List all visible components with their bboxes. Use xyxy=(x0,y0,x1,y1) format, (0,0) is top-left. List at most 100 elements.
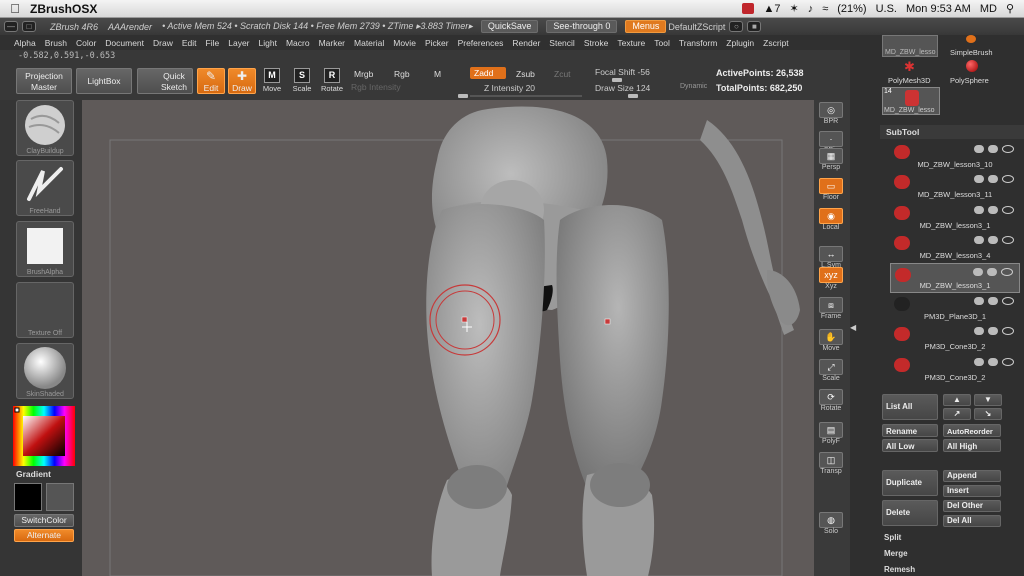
menu-texture[interactable]: Texture xyxy=(617,38,645,48)
quicksave-button[interactable]: QuickSave xyxy=(480,20,539,33)
visibility-eye-icon[interactable] xyxy=(1002,357,1014,366)
frame-button[interactable]: ⧈ Frame xyxy=(817,297,845,321)
main-color-swatch[interactable] xyxy=(14,483,42,511)
menu-layer[interactable]: Layer xyxy=(228,38,249,48)
gradient-label[interactable]: Gradient xyxy=(16,469,51,479)
zadd-toggle[interactable]: Zadd xyxy=(470,67,506,79)
subtool-toggle[interactable] xyxy=(974,175,984,184)
xyz-button[interactable]: xyz Xyz xyxy=(817,267,845,291)
delete-button[interactable]: Delete xyxy=(882,500,938,526)
draw-mode-button[interactable]: ✚ Draw xyxy=(228,68,256,94)
alpha-thumbnail[interactable]: BrushAlpha xyxy=(16,221,74,277)
subtool-row[interactable]: MD_ZBW_lesson3_11 xyxy=(890,171,1020,201)
menu-file[interactable]: File xyxy=(206,38,220,48)
stroke-thumbnail[interactable]: FreeHand xyxy=(16,160,74,216)
visibility-eye-icon[interactable] xyxy=(1002,175,1014,184)
input-source[interactable]: U.S. xyxy=(876,3,897,15)
see-through-slider[interactable]: See-through 0 xyxy=(546,20,618,33)
all-high-button[interactable]: All High xyxy=(943,439,1001,452)
subtool-toggle[interactable] xyxy=(974,357,984,366)
rename-button[interactable]: Rename xyxy=(882,424,938,437)
bpr-button[interactable]: ◎ BPR xyxy=(817,102,845,126)
menu-macro[interactable]: Macro xyxy=(286,38,310,48)
rotate-button[interactable]: ⟳ Rotate xyxy=(817,389,845,413)
menu-zscript[interactable]: Zscript xyxy=(763,38,789,48)
subtool-toggle[interactable] xyxy=(974,236,984,245)
visibility-eye-icon[interactable] xyxy=(1001,267,1013,276)
del-all-button[interactable]: Del All xyxy=(943,515,1001,527)
visibility-eye-icon[interactable] xyxy=(1002,145,1014,153)
projection-master-button[interactable]: Projection Master xyxy=(16,68,72,94)
focal-shift-knob[interactable] xyxy=(612,78,622,82)
menu-stencil[interactable]: Stencil xyxy=(549,38,575,48)
lightbox-button[interactable]: LightBox xyxy=(76,68,132,94)
rgb-intensity-slider[interactable]: Rgb Intensity xyxy=(351,82,401,92)
tool-thumb-3[interactable]: ✱ PolyMesh3D xyxy=(882,59,938,85)
subtool-toggle[interactable] xyxy=(974,297,984,305)
menu-material[interactable]: Material xyxy=(354,38,384,48)
quick-sketch-button[interactable]: Quick Sketch xyxy=(137,68,193,94)
move-top-button[interactable]: ↗ xyxy=(943,408,971,420)
visibility-eye-icon[interactable] xyxy=(1002,297,1014,305)
rgb-toggle[interactable]: Rgb xyxy=(390,68,414,80)
subtool-toggle[interactable] xyxy=(974,327,984,336)
subtool-toggle[interactable] xyxy=(988,205,998,214)
append-button[interactable]: Append xyxy=(943,470,1001,482)
wifi-icon[interactable]: ≈ xyxy=(822,3,828,15)
z-intensity-slider[interactable]: Z Intensity 20 xyxy=(484,83,535,93)
document-canvas[interactable] xyxy=(82,100,814,576)
rotate-mode-button[interactable]: R Rotate xyxy=(318,68,346,98)
subtool-toggle[interactable] xyxy=(974,145,984,153)
subtool-row[interactable]: MD_ZBW_lesson3_10 xyxy=(890,141,1020,171)
volume-icon[interactable]: ♪ xyxy=(808,3,814,15)
draw-size-slider[interactable]: Draw Size 124 xyxy=(595,83,650,93)
move-down-button[interactable]: ▼ xyxy=(974,394,1002,406)
focal-shift-slider[interactable]: Focal Shift -56 xyxy=(595,67,650,77)
texture-thumbnail[interactable]: Texture Off xyxy=(16,282,74,338)
clock[interactable]: Mon 9:53 AM xyxy=(906,3,971,15)
z-intensity-knob[interactable] xyxy=(458,94,468,98)
duplicate-button[interactable]: Duplicate xyxy=(882,470,938,496)
tray-collapse-icon[interactable]: ◀ xyxy=(850,323,856,332)
menu-edit[interactable]: Edit xyxy=(182,38,197,48)
subtool-header[interactable]: SubTool xyxy=(880,125,1024,139)
all-low-button[interactable]: All Low xyxy=(882,439,938,452)
mrgb-toggle[interactable]: Mrgb xyxy=(350,68,377,80)
color-picker[interactable] xyxy=(13,406,75,466)
record-icon[interactable] xyxy=(742,3,755,14)
layout-toggle-icon[interactable]: ■ xyxy=(747,21,762,32)
menu-alpha[interactable]: Alpha xyxy=(14,38,36,48)
menu-brush[interactable]: Brush xyxy=(45,38,67,48)
close-window-button[interactable]: — xyxy=(4,21,18,32)
menu-document[interactable]: Document xyxy=(105,38,144,48)
tray-divider[interactable]: ◀ xyxy=(850,123,858,576)
persp-button[interactable]: ▦ Persp xyxy=(817,148,845,172)
subtool-row[interactable]: PM3D_Plane3D_1 xyxy=(890,293,1020,323)
visibility-eye-icon[interactable] xyxy=(1002,205,1014,214)
notify-icon[interactable]: ▲7 xyxy=(763,3,780,15)
spotlight-search-icon[interactable]: ⚲ xyxy=(1006,2,1014,15)
menus-toggle[interactable]: Menus xyxy=(625,20,667,33)
menu-picker[interactable]: Picker xyxy=(425,38,449,48)
subtool-row[interactable]: MD_ZBW_lesson3_1 xyxy=(890,202,1020,232)
battery-indicator[interactable]: (21%) xyxy=(837,3,866,15)
subtool-toggle[interactable] xyxy=(988,236,998,245)
subtool-row[interactable]: MD_ZBW_lesson3_1 xyxy=(890,262,1020,293)
split-section[interactable]: Split xyxy=(884,533,901,542)
zsub-toggle[interactable]: Zsub xyxy=(512,68,539,80)
local-button[interactable]: ◉ Local xyxy=(817,208,845,232)
menu-stroke[interactable]: Stroke xyxy=(584,38,609,48)
subtool-toggle[interactable] xyxy=(987,267,997,276)
subtool-row[interactable]: PM3D_Cone3D_2 xyxy=(890,323,1020,353)
subtool-toggle[interactable] xyxy=(988,327,998,336)
menu-tool[interactable]: Tool xyxy=(654,38,670,48)
bluetooth-icon[interactable]: ✶ xyxy=(789,2,798,15)
menu-marker[interactable]: Marker xyxy=(319,38,345,48)
palette-toggle-icon[interactable]: ○ xyxy=(729,21,744,32)
menu-color[interactable]: Color xyxy=(76,38,96,48)
edit-mode-button[interactable]: ✎ Edit xyxy=(197,68,225,94)
tool-thumb-1[interactable]: MD_ZBW_lesso xyxy=(882,35,938,57)
subtool-toggle[interactable] xyxy=(974,205,984,214)
list-all-button[interactable]: List All xyxy=(882,394,938,420)
m-toggle[interactable]: M xyxy=(430,68,445,80)
